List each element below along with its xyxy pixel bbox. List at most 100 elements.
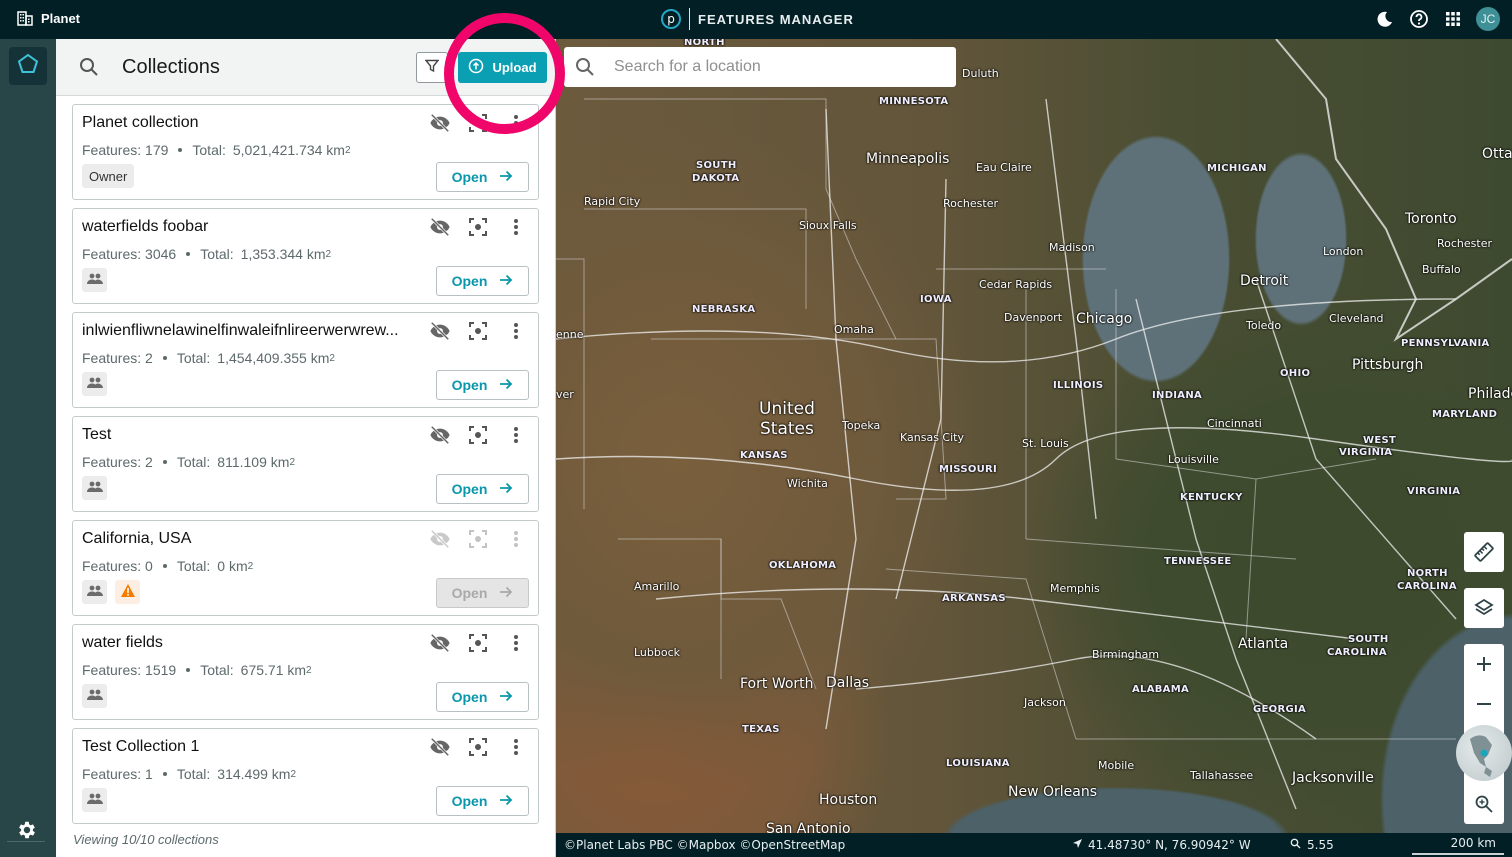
features-label: Features: bbox=[82, 558, 142, 574]
people-icon bbox=[86, 273, 103, 288]
visibility-off-icon[interactable] bbox=[428, 319, 452, 343]
arrow-right-icon bbox=[499, 273, 513, 289]
collection-meta: Features: 179 Total: 5,021,421.734 km 2 bbox=[82, 142, 351, 158]
map-label: Louisville bbox=[1168, 453, 1219, 466]
card-badges bbox=[82, 788, 107, 812]
map-label: TENNESSEE bbox=[1164, 556, 1232, 567]
area-unit: km bbox=[310, 350, 330, 366]
map-label: Duluth bbox=[962, 67, 999, 80]
separator-dot bbox=[162, 460, 167, 464]
help-icon[interactable] bbox=[1408, 6, 1430, 32]
shared-badge bbox=[82, 372, 107, 396]
visibility-off-icon[interactable] bbox=[428, 631, 452, 655]
zoom-to-collection-icon[interactable] bbox=[466, 111, 490, 135]
map-label: States bbox=[760, 419, 814, 439]
separator-dot bbox=[186, 252, 191, 256]
filter-button[interactable] bbox=[416, 52, 448, 83]
collection-card[interactable]: inlwienfliwnelawinelfinwaleifnlireerwerw… bbox=[72, 312, 539, 408]
map[interactable]: NORTH MINNESOTA SOUTH DAKOTA NEBRASKA IO… bbox=[556, 39, 1512, 833]
map-label: INDIANA bbox=[1152, 390, 1203, 401]
open-collection-button[interactable]: Open bbox=[436, 682, 529, 712]
visibility-off-icon[interactable] bbox=[428, 735, 452, 759]
total-label: Total: bbox=[192, 142, 226, 158]
gear-icon[interactable] bbox=[16, 819, 40, 843]
map-label: IOWA bbox=[920, 294, 952, 305]
upload-button[interactable]: Upload bbox=[458, 52, 547, 83]
map-label: WEST bbox=[1363, 435, 1397, 446]
more-vert-icon[interactable] bbox=[504, 735, 528, 759]
role-badge: Owner bbox=[82, 164, 135, 188]
card-actions bbox=[428, 423, 528, 447]
collection-card[interactable]: Test Collection 1 Features: 1 Total: 314… bbox=[72, 728, 539, 824]
map-label: VIRGINIA bbox=[1407, 486, 1461, 497]
total-label: Total: bbox=[200, 246, 234, 262]
map-label: GEORGIA bbox=[1253, 704, 1307, 715]
open-label: Open bbox=[451, 793, 488, 809]
magnifier-icon bbox=[1290, 838, 1301, 852]
open-label: Open bbox=[451, 273, 488, 289]
collection-card[interactable]: water fields Features: 1519 Total: 675.7… bbox=[72, 624, 539, 720]
more-vert-icon[interactable] bbox=[504, 215, 528, 239]
zoom-to-collection-icon[interactable] bbox=[466, 319, 490, 343]
rail-item-collections[interactable] bbox=[9, 47, 47, 85]
location-search[interactable] bbox=[564, 47, 956, 87]
zoom-to-collection-icon[interactable] bbox=[466, 423, 490, 447]
zoom-to-fit-icon[interactable] bbox=[1464, 784, 1504, 824]
planet-logo-icon: p bbox=[661, 9, 681, 29]
coordinates-value: 41.48730° N, 76.90942° W bbox=[1088, 838, 1251, 852]
more-vert-icon[interactable] bbox=[504, 111, 528, 135]
visibility-off-icon[interactable] bbox=[428, 111, 452, 135]
zoom-out-icon[interactable] bbox=[1464, 684, 1504, 724]
card-badges bbox=[82, 268, 107, 292]
collection-title: California, USA bbox=[82, 530, 192, 547]
collection-list[interactable]: Planet collection Features: 179 Total: 5… bbox=[72, 104, 539, 824]
open-collection-button[interactable]: Open bbox=[436, 474, 529, 504]
more-vert-icon[interactable] bbox=[504, 423, 528, 447]
layers-button[interactable] bbox=[1464, 588, 1504, 628]
collection-card[interactable]: Test Features: 2 Total: 811.109 km 2 Open bbox=[72, 416, 539, 512]
open-collection-button[interactable]: Open bbox=[436, 162, 529, 192]
map-label: Wichita bbox=[787, 477, 828, 490]
more-vert-icon[interactable] bbox=[504, 527, 528, 551]
total-area: 1,454,409.355 bbox=[217, 350, 307, 366]
building-icon bbox=[17, 10, 33, 26]
zoom-value: 5.55 bbox=[1307, 838, 1334, 852]
zoom-in-icon[interactable] bbox=[1464, 644, 1504, 684]
collection-card[interactable]: California, USA Features: 0 Total: 0 km 2… bbox=[72, 520, 539, 616]
avatar[interactable]: JC bbox=[1476, 7, 1500, 31]
apps-grid-icon[interactable] bbox=[1442, 6, 1464, 32]
theme-moon-icon[interactable] bbox=[1374, 6, 1396, 32]
collection-card[interactable]: waterfields foobar Features: 3046 Total:… bbox=[72, 208, 539, 304]
location-search-input[interactable] bbox=[614, 58, 944, 76]
map-label: MINNESOTA bbox=[879, 96, 949, 107]
total-area: 5,021,421.734 bbox=[232, 142, 323, 158]
zoom-to-collection-icon[interactable] bbox=[466, 735, 490, 759]
search-icon[interactable] bbox=[78, 56, 100, 78]
open-collection-button[interactable]: Open bbox=[436, 786, 529, 816]
total-label: Total: bbox=[176, 766, 211, 782]
org-switcher[interactable]: Planet bbox=[17, 10, 80, 26]
collection-card[interactable]: Planet collection Features: 179 Total: 5… bbox=[72, 104, 539, 200]
open-collection-button[interactable]: Open bbox=[436, 266, 529, 296]
visibility-off-icon[interactable] bbox=[428, 215, 452, 239]
card-badges: Owner bbox=[82, 164, 135, 188]
map-label: Eau Claire bbox=[976, 161, 1032, 174]
measure-button[interactable] bbox=[1464, 532, 1504, 572]
area-unit: km bbox=[270, 454, 290, 470]
map-attribution[interactable]: ©Planet Labs PBC ©Mapbox ©OpenStreetMap bbox=[564, 838, 845, 852]
features-label: Features: bbox=[82, 766, 142, 782]
visibility-off-icon[interactable] bbox=[428, 423, 452, 447]
map-label-country: United States bbox=[759, 399, 815, 439]
collection-meta: Features: 2 Total: 811.109 km 2 bbox=[82, 454, 295, 470]
open-collection-button[interactable]: Open bbox=[436, 370, 529, 400]
zoom-to-collection-icon[interactable] bbox=[466, 215, 490, 239]
total-area: 811.109 bbox=[217, 454, 267, 470]
visibility-off-icon bbox=[428, 527, 452, 551]
arrow-right-icon bbox=[499, 585, 513, 601]
more-vert-icon[interactable] bbox=[504, 631, 528, 655]
globe-minimap[interactable] bbox=[1456, 725, 1512, 781]
features-label: Features: bbox=[82, 246, 142, 262]
more-vert-icon[interactable] bbox=[504, 319, 528, 343]
zoom-to-collection-icon[interactable] bbox=[466, 631, 490, 655]
left-rail bbox=[0, 39, 56, 857]
